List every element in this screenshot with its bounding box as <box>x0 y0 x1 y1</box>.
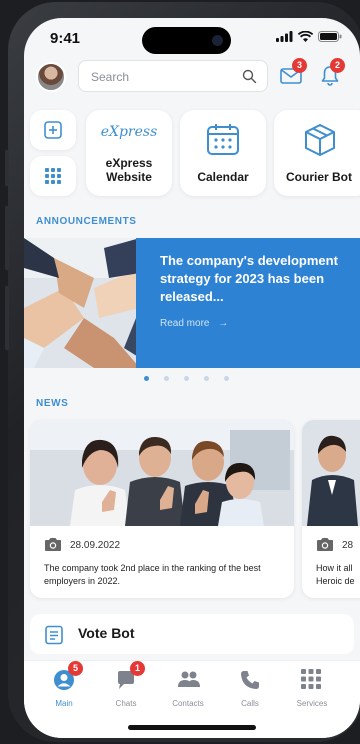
avatar[interactable] <box>36 62 66 92</box>
search-placeholder: Search <box>91 70 130 84</box>
news-card[interactable]: 28.09.2022 The company took 2nd place in… <box>30 420 294 598</box>
app-tile-calendar[interactable]: Calendar <box>180 110 266 196</box>
wifi-icon <box>298 31 313 42</box>
news-photo <box>30 420 294 526</box>
search-icon <box>242 69 257 84</box>
news-text: The company took 2nd place in the rankin… <box>44 563 261 586</box>
tab-label: Chats <box>115 699 137 708</box>
mail-button[interactable]: 3 <box>280 58 307 89</box>
team-photo-image <box>30 420 294 526</box>
grid-icon <box>45 168 61 184</box>
news-title: NEWS <box>36 398 69 409</box>
side-button <box>5 206 9 270</box>
bell-badge: 2 <box>330 58 345 73</box>
phone-screen: 9:41 Search 3 2 eXpress eXpress Website … <box>24 18 360 738</box>
status-icons <box>276 31 342 42</box>
tab-label: Main <box>55 699 73 708</box>
home-indicator[interactable] <box>128 725 256 730</box>
box-icon <box>305 124 335 156</box>
document-icon <box>45 625 63 645</box>
tab-contacts[interactable]: Contacts <box>158 667 218 711</box>
carousel-dot[interactable] <box>224 376 229 381</box>
signal-icon <box>276 31 293 42</box>
all-apps-button[interactable] <box>30 156 76 196</box>
announcement-image <box>24 238 140 368</box>
tab-label: Contacts <box>172 699 204 708</box>
carousel-dot[interactable] <box>164 376 169 381</box>
vote-bot-item[interactable]: Vote Bot <box>30 614 354 654</box>
read-more-link[interactable]: Read more → <box>160 318 228 329</box>
announcement-title: The company's development strategy for 2… <box>160 253 338 304</box>
app-tile-label: eXpress Website <box>105 156 153 184</box>
plus-square-icon <box>44 121 62 139</box>
add-app-button[interactable] <box>30 110 76 150</box>
calendar-icon <box>207 124 239 155</box>
read-more-label: Read more <box>160 318 210 329</box>
app-tile-courier-bot[interactable]: Courier Bot <box>274 110 360 196</box>
header: Search 3 2 <box>24 58 360 96</box>
carousel-dot[interactable] <box>204 376 209 381</box>
tab-bar: 5 Main 1 Chats Contacts Calls Services <box>24 660 360 738</box>
phone-icon <box>241 671 259 689</box>
tab-label: Calls <box>241 699 259 708</box>
tab-calls[interactable]: Calls <box>220 667 280 711</box>
tab-badge: 1 <box>130 661 145 676</box>
side-button <box>5 150 9 186</box>
vote-bot-label: Vote Bot <box>78 625 135 641</box>
news-photo <box>302 420 360 526</box>
tab-chats[interactable]: 1 Chats <box>96 661 156 711</box>
news-text: How it all Heroic de <box>316 563 355 586</box>
news-date: 28.09.2022 <box>70 540 121 551</box>
contacts-icon <box>178 671 200 687</box>
carousel-dot[interactable] <box>184 376 189 381</box>
carousel-dot[interactable] <box>144 376 149 381</box>
search-bar[interactable]: Search <box>78 60 268 92</box>
front-camera <box>204 27 231 54</box>
camera-icon <box>317 538 333 551</box>
app-tile-express-website[interactable]: eXpress eXpress Website <box>86 110 172 196</box>
app-tile-label: Courier Bot <box>286 170 352 184</box>
grid-icon <box>301 669 321 689</box>
announcements-title: ANNOUNCEMENTS <box>36 216 137 227</box>
news-card[interactable]: 28 How it all Heroic de <box>302 420 360 598</box>
status-time: 9:41 <box>50 30 81 47</box>
mail-badge: 3 <box>292 58 307 73</box>
camera-icon <box>45 538 61 551</box>
express-logo: eXpress <box>100 124 158 140</box>
tab-services[interactable]: Services <box>282 667 342 711</box>
arrow-right-icon: → <box>218 318 229 329</box>
tab-label: Services <box>296 699 328 708</box>
tab-main[interactable]: 5 Main <box>34 661 94 711</box>
business-photo-image <box>302 420 360 526</box>
app-tile-label: Calendar <box>197 170 249 184</box>
hands-together-image <box>24 238 140 368</box>
battery-icon <box>318 31 342 42</box>
carousel-dots <box>144 376 229 381</box>
status-bar: 9:41 <box>24 18 360 58</box>
side-button <box>5 286 9 350</box>
notifications-button[interactable]: 2 <box>320 58 345 91</box>
tab-badge: 5 <box>68 661 83 676</box>
news-date: 28 <box>342 540 354 551</box>
announcement-card[interactable]: The company's development strategy for 2… <box>136 238 360 368</box>
